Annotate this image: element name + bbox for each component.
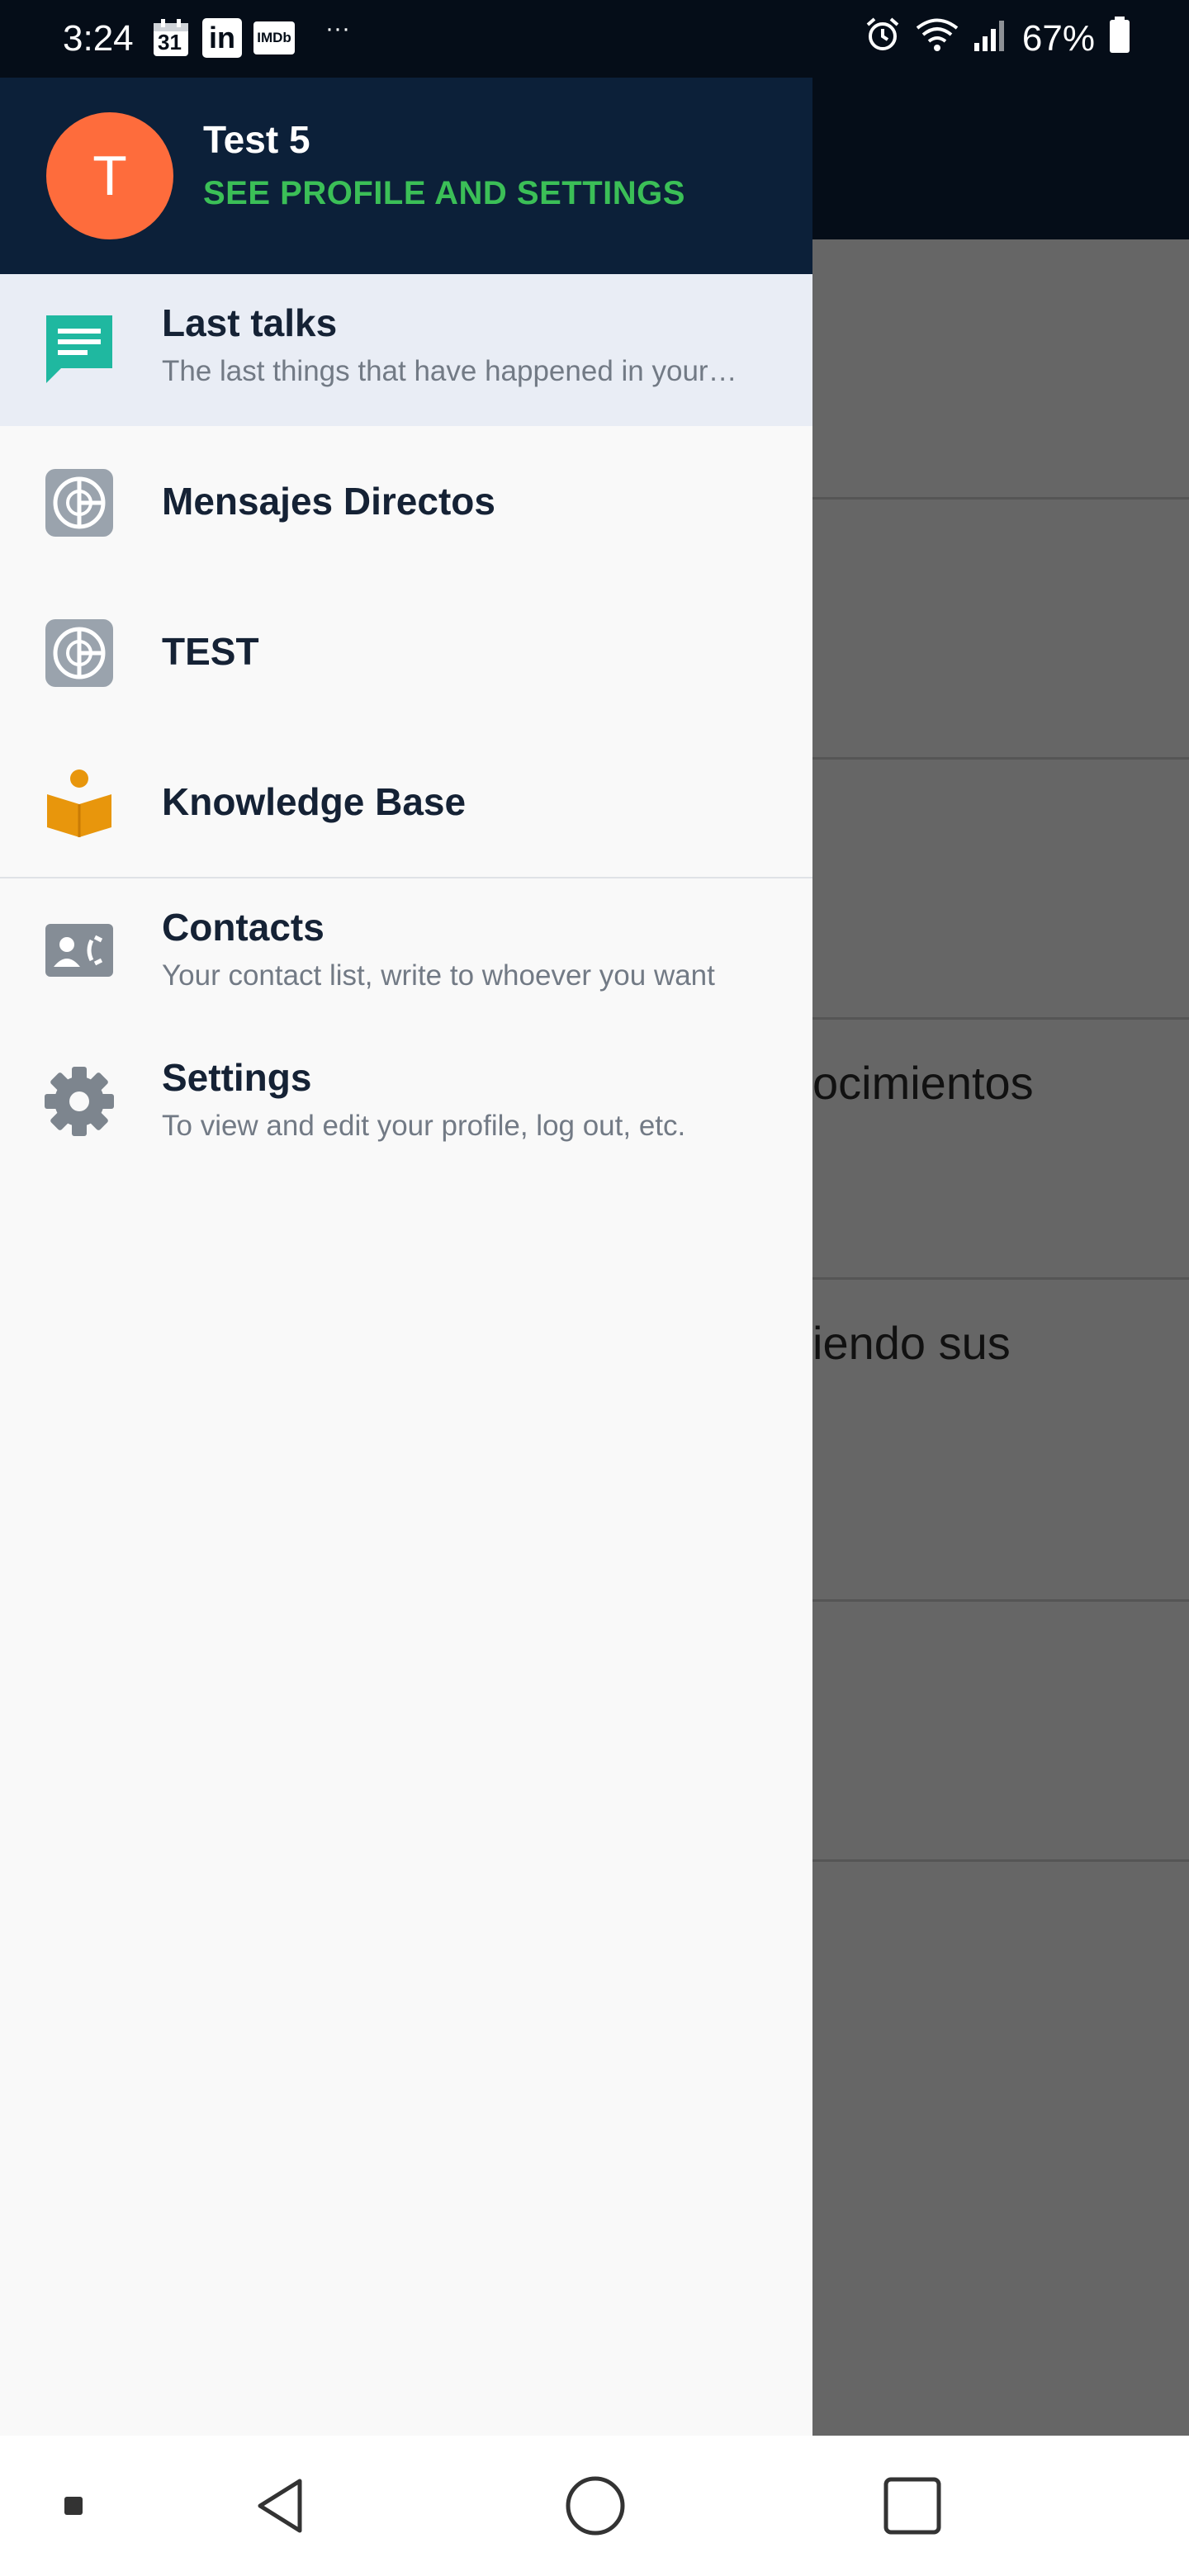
status-bar: 3:24 31 in IMDb ··· 67% — [0, 0, 1189, 78]
menu-item-subtitle: Your contact list, write to whoever you … — [162, 959, 715, 992]
signal-icon — [973, 17, 1009, 62]
menu-item-title: Settings — [162, 1056, 312, 1099]
linkedin-icon: in — [201, 18, 243, 58]
menu-item-subtitle: The last things that have happened in yo… — [162, 355, 740, 387]
menu-item-last-talks[interactable]: Last talks The last things that have hap… — [0, 274, 812, 426]
space-icon — [43, 617, 116, 689]
see-profile-link[interactable]: SEE PROFILE AND SETTINGS — [203, 175, 685, 212]
status-time: 3:24 — [63, 18, 134, 59]
calendar-badge: 31 — [158, 30, 182, 54]
menu-item-settings[interactable]: Settings To view and edit your profile, … — [0, 1030, 812, 1181]
system-nav-bar — [0, 2436, 1189, 2576]
menu-item-test[interactable]: TEST — [0, 578, 812, 728]
username: Test 5 — [203, 118, 310, 161]
background-text: ocimientos — [812, 1057, 1034, 1109]
calendar-icon: 31 — [150, 18, 192, 58]
status-indicators: 67% — [864, 15, 1131, 63]
gear-icon — [43, 1065, 116, 1138]
drawer-header[interactable]: T Test 5 SEE PROFILE AND SETTINGS — [0, 78, 812, 274]
navigation-drawer: T Test 5 SEE PROFILE AND SETTINGS Last t… — [0, 78, 812, 2436]
chat-icon — [43, 312, 116, 385]
battery-percent: 67% — [1021, 18, 1095, 59]
nav-back-button[interactable] — [236, 2460, 327, 2551]
alarm-icon — [864, 16, 902, 63]
nav-menu-dot-button[interactable] — [28, 2460, 119, 2551]
menu-item-knowledge-base[interactable]: Knowledge Base — [0, 728, 812, 878]
menu-item-title: Knowledge Base — [162, 780, 467, 823]
nav-recents-button[interactable] — [867, 2460, 958, 2551]
nav-home-button[interactable] — [550, 2460, 641, 2551]
menu-item-mensajes-directos[interactable]: Mensajes Directos — [0, 428, 812, 578]
menu-item-title: Last talks — [162, 301, 338, 344]
imdb-icon: IMDb — [253, 18, 296, 58]
menu-item-subtitle: To view and edit your profile, log out, … — [162, 1110, 686, 1142]
wifi-icon — [915, 16, 959, 63]
more-notifications: ··· — [325, 15, 350, 42]
menu-divider — [0, 877, 812, 878]
avatar[interactable]: T — [46, 112, 173, 239]
book-reader-icon — [43, 767, 116, 840]
menu-item-contacts[interactable]: Contacts Your contact list, write to who… — [0, 880, 812, 1030]
contact-card-icon — [43, 915, 116, 987]
menu-item-title: Contacts — [162, 906, 324, 949]
imdb-label: IMDb — [253, 21, 295, 54]
battery-icon — [1108, 16, 1131, 63]
space-icon — [43, 466, 116, 539]
background-text: iendo sus — [812, 1317, 1011, 1369]
menu-item-title: TEST — [162, 630, 259, 673]
linkedin-label: in — [202, 18, 242, 58]
menu-item-title: Mensajes Directos — [162, 480, 495, 523]
